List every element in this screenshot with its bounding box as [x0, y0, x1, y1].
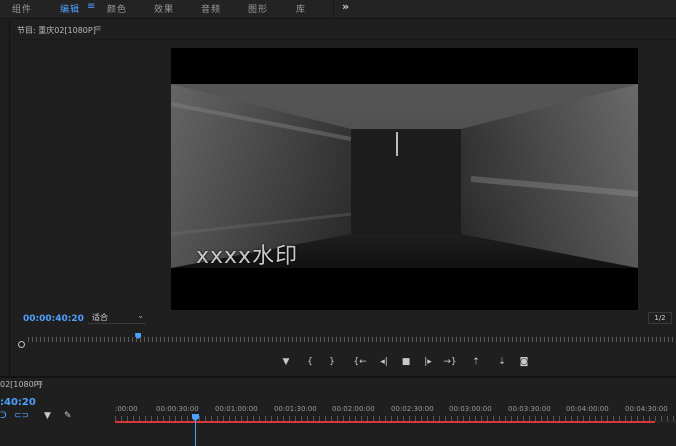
workspace-tab-audio[interactable]: 音频	[201, 2, 221, 15]
timeline-timecode[interactable]: :40:20	[0, 397, 36, 408]
ruler-tick-label: 00:00:30:00	[156, 405, 199, 413]
step-back-button[interactable]: ◂|	[377, 356, 391, 368]
more-workspaces-icon[interactable]: »	[342, 0, 349, 13]
mark-out-button[interactable]: }	[325, 356, 339, 368]
workspace-tab-color[interactable]: 颜色	[107, 2, 127, 15]
video-frame[interactable]: xxxx水印	[171, 48, 638, 310]
ruler-tick-label: 00:01:30:00	[274, 405, 317, 413]
workspace-bar: 组件 编辑 ≡ 颜色 效果 音频 图形 库 »	[0, 0, 676, 19]
step-forward-button[interactable]: |▸	[421, 356, 435, 368]
ruler-tick-label: 00:02:00:00	[332, 405, 375, 413]
mark-in-button[interactable]: {	[303, 356, 317, 368]
workspace-tab-libraries[interactable]: 库	[296, 2, 306, 15]
go-to-out-button[interactable]: →}	[443, 356, 457, 368]
ruler-tick-label: 00:01:00:00	[215, 405, 258, 413]
export-frame-button[interactable]: ◙	[517, 356, 531, 368]
add-marker-icon[interactable]: ▼	[44, 411, 51, 421]
zoom-select-value: 适合	[92, 313, 108, 322]
wrench-icon[interactable]: ✎	[64, 411, 72, 421]
scrub-bar[interactable]	[28, 337, 676, 342]
playhead-timecode[interactable]: 00:00:40:20	[23, 314, 84, 324]
time-ruler[interactable]: :00:00 00:00:30:00 00:01:00:00 00:01:30:00 0…	[115, 400, 676, 422]
ruler-tick-label: 00:04:30:00	[625, 405, 668, 413]
workspace-menu-icon[interactable]: ≡	[87, 1, 95, 12]
workspace-tab-effects[interactable]: 效果	[154, 2, 174, 15]
sequence-menu-icon[interactable]: ≡	[36, 379, 44, 389]
nest-toggle-icon[interactable]: ᑐ	[0, 411, 7, 421]
workspace-tab-assembly[interactable]: 组件	[12, 2, 32, 15]
watermark-text: xxxx水印	[196, 244, 299, 269]
timeline-panel: 02[1080P] ≡ :40:20 ᑐ ⊂⊃ ▼ ✎ :00:00 00:00:…	[0, 378, 676, 446]
program-monitor-title[interactable]: 节目: 重庆02[1080P]	[17, 25, 96, 36]
stop-button[interactable]: ■	[399, 356, 413, 368]
ruler-tick-label: 00:03:00:00	[449, 405, 492, 413]
zoom-select[interactable]: 适合 ⌄	[88, 311, 146, 324]
panel-header-divider	[11, 39, 676, 40]
ruler-tick-label: 00:04:00:00	[566, 405, 609, 413]
resolution-select[interactable]: 1/2	[648, 312, 672, 324]
chevron-down-icon: ⌄	[137, 311, 144, 320]
scrub-start-icon[interactable]	[18, 341, 25, 348]
go-to-in-button[interactable]: {←	[353, 356, 367, 368]
workspace-separator	[333, 0, 334, 19]
program-menu-icon[interactable]: ≡	[94, 24, 102, 34]
ruler-tick-label: 00:02:30:00	[391, 405, 434, 413]
work-area-bar[interactable]	[115, 421, 655, 423]
left-panel-edge	[0, 20, 10, 376]
ruler-tick-label: :00:00	[115, 405, 138, 413]
add-marker-button[interactable]: ▼	[279, 356, 293, 368]
workspace-tab-graphics[interactable]: 图形	[248, 2, 268, 15]
workspace-tab-editing[interactable]: 编辑	[60, 2, 80, 15]
timeline-playhead-line	[195, 420, 196, 446]
program-monitor: 节目: 重庆02[1080P] ≡ xxxx水印 00:00:40:20 适合 …	[11, 20, 676, 376]
premiere-window: 组件 编辑 ≡ 颜色 效果 音频 图形 库 » 节目: 重庆02[1080P] …	[0, 0, 676, 446]
snap-icon[interactable]: ⊂⊃	[14, 411, 29, 421]
lift-button[interactable]: ⇡	[469, 356, 483, 368]
ruler-tick-label: 00:03:30:00	[508, 405, 551, 413]
extract-button[interactable]: ⇣	[495, 356, 509, 368]
